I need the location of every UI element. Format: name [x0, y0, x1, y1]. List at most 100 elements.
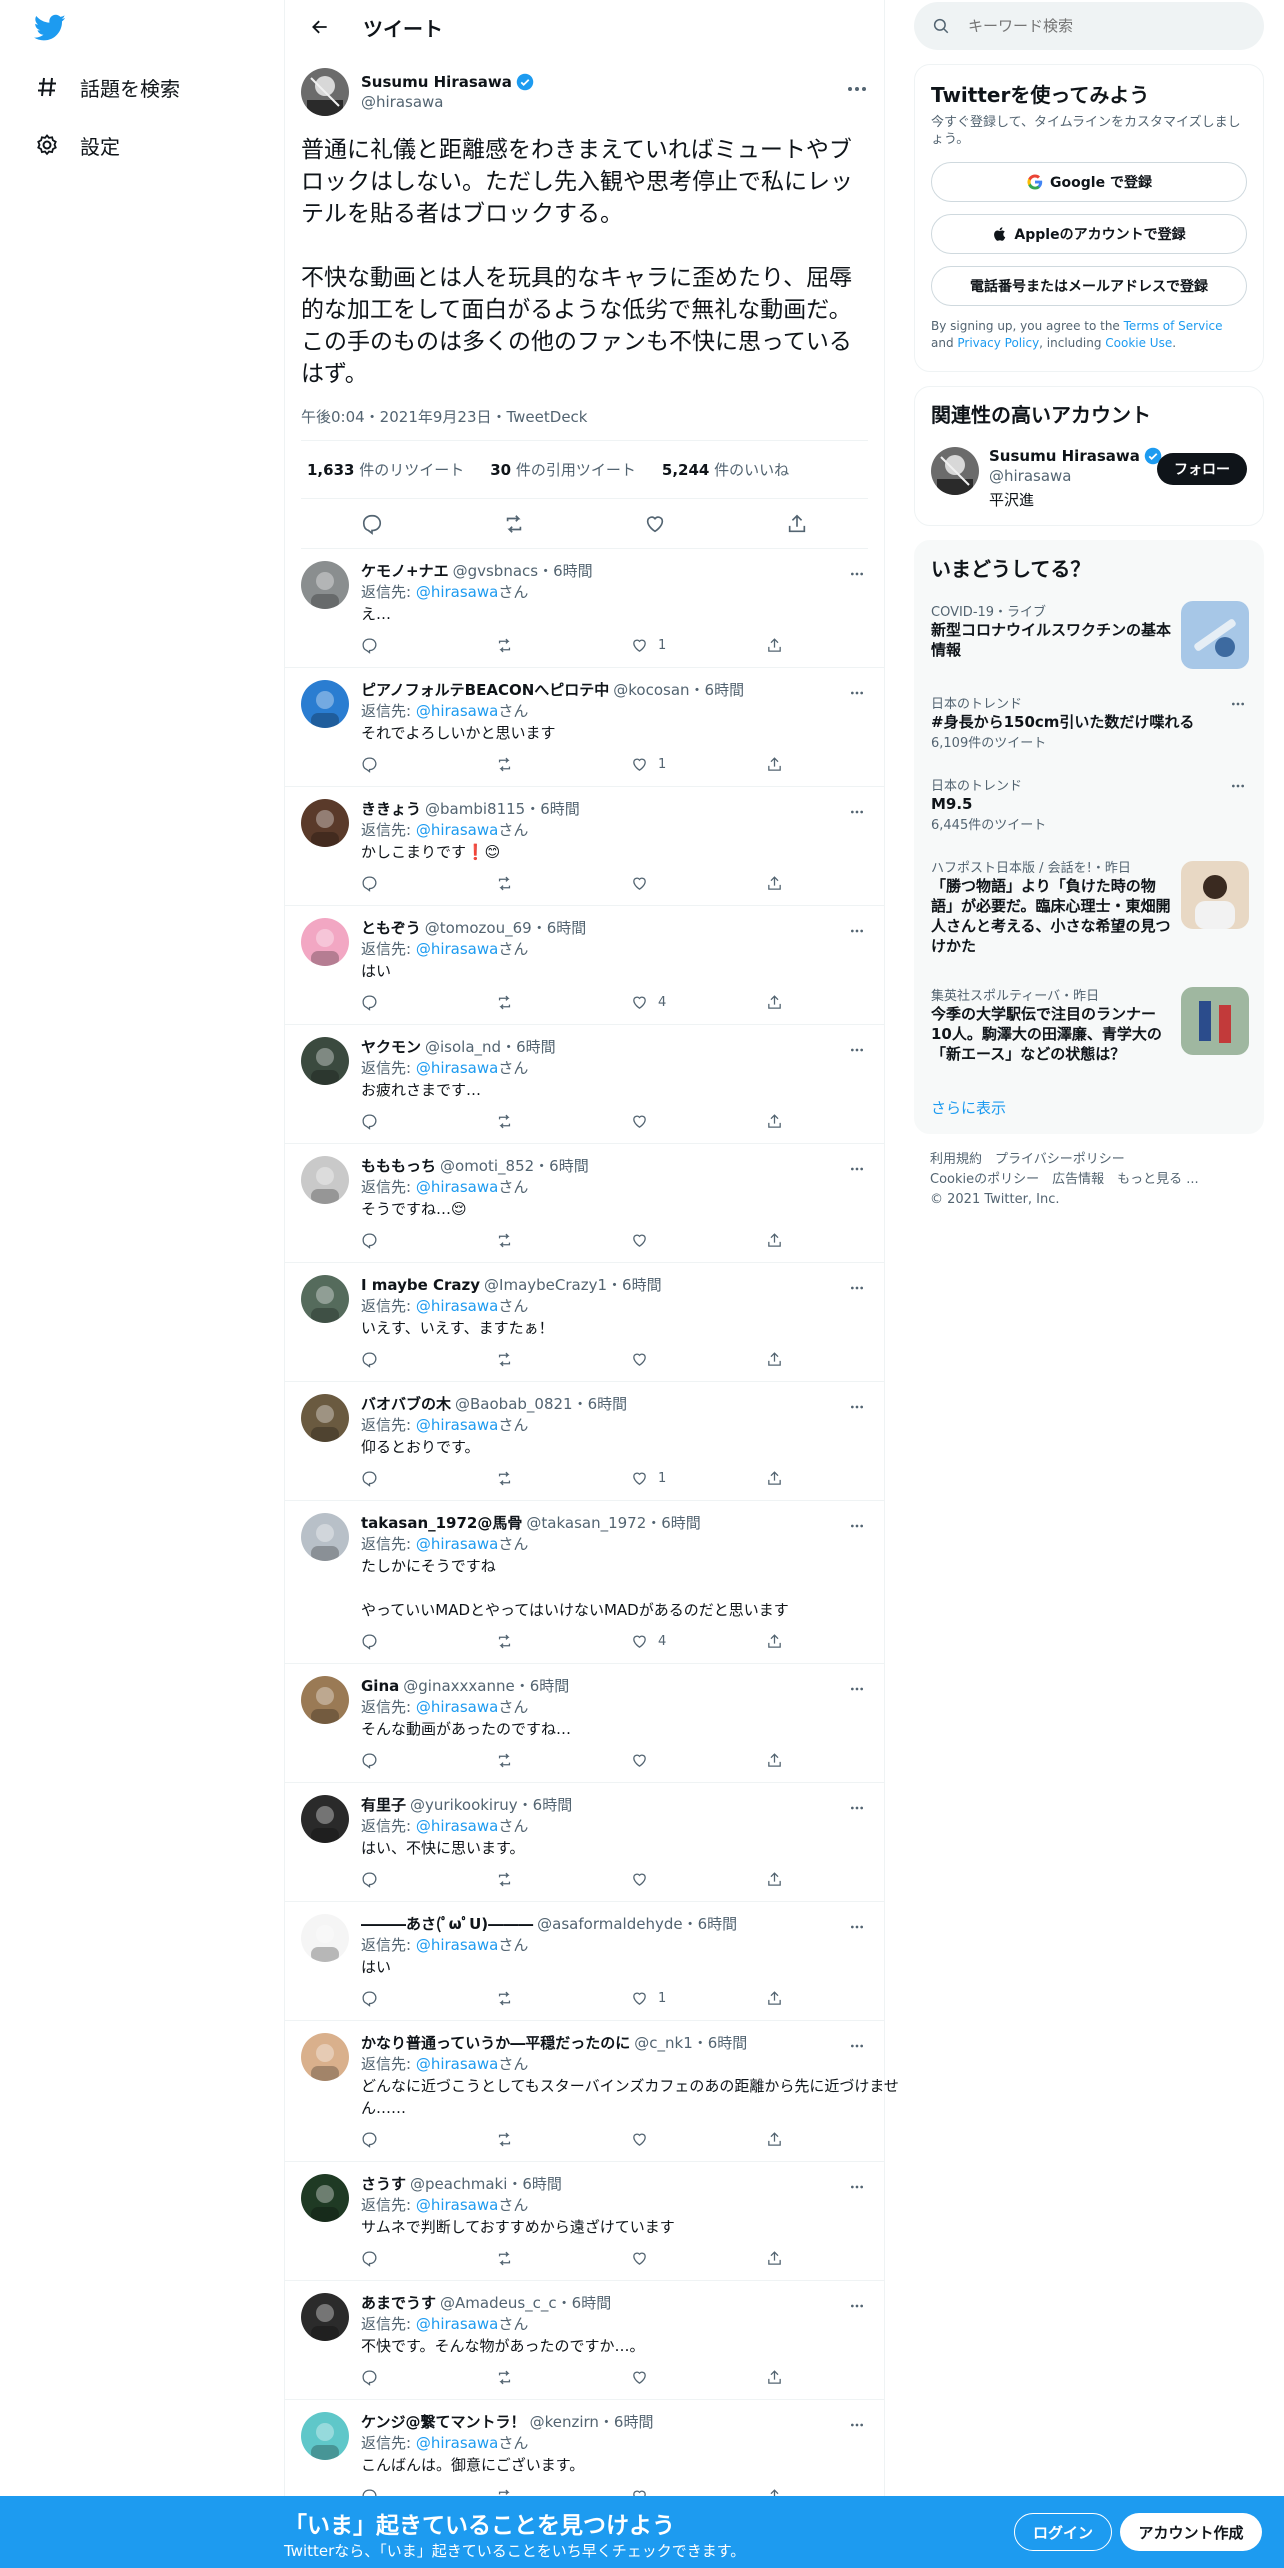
replying-to-link[interactable]: @hirasawa [416, 702, 499, 720]
share-icon[interactable] [766, 1232, 901, 1249]
reply-tweet[interactable]: さうす @peachmaki ・6時間 返信先: @hirasawaさん サムネで判断し… [285, 2162, 884, 2281]
reply-tweet[interactable]: ききょう @bambi8115 ・6時間 返信先: @hirasawaさん かしこまりで… [285, 787, 884, 906]
reply-author-handle[interactable]: @Amadeus_c_c [440, 2293, 557, 2313]
reply-author-name[interactable]: ―――あさ(ﾟωﾟU)――― [361, 1914, 533, 1934]
retweet-icon[interactable] [496, 756, 631, 773]
reply-tweet[interactable]: 有里子 @yurikookiruy ・6時間 返信先: @hirasawaさん はい、不… [285, 1783, 884, 1902]
more-options-icon[interactable] [846, 1916, 868, 1938]
avatar[interactable] [301, 1275, 349, 1323]
more-options-icon[interactable] [846, 1515, 868, 1537]
more-options-icon[interactable] [846, 78, 868, 100]
related-handle[interactable]: @hirasawa [989, 467, 1162, 485]
share-icon[interactable] [766, 1351, 901, 1368]
retweet-icon[interactable] [496, 1633, 631, 1650]
replying-to-link[interactable]: @hirasawa [416, 1936, 499, 1954]
replying-to-link[interactable]: @hirasawa [416, 583, 499, 601]
related-name[interactable]: Susumu Hirasawa [989, 447, 1140, 465]
avatar[interactable] [301, 2293, 349, 2341]
reply-icon[interactable] [361, 1990, 496, 2007]
reply-author-handle[interactable]: @gvsbnacs [453, 561, 539, 581]
reply-author-handle[interactable]: @bambi8115 [425, 799, 525, 819]
retweet-icon[interactable] [496, 1871, 631, 1888]
cookie-link[interactable]: Cookie Use [1105, 336, 1172, 350]
retweet-icon[interactable] [496, 2250, 631, 2267]
reply-time[interactable]: ・6時間 [518, 1795, 573, 1815]
share-icon[interactable] [766, 637, 901, 654]
more-options-icon[interactable] [846, 2035, 868, 2057]
reply-author-name[interactable]: ケンジ@繋てマントラ！ [361, 2412, 526, 2432]
reply-icon[interactable] [361, 2250, 496, 2267]
replying-to-link[interactable]: @hirasawa [416, 821, 499, 839]
reply-icon[interactable] [361, 875, 496, 892]
reply-author-name[interactable]: ピアノフォルテBEACONへピロテ中 [361, 680, 609, 700]
reply-tweet[interactable]: I maybe Crazy @ImaybeCrazy1 ・6時間 返信先: @hira… [285, 1263, 884, 1382]
show-more-link[interactable]: さらに表示 [931, 1097, 1006, 1118]
trend-item[interactable]: ハフポスト日本版 / 会話を!・昨日 「勝つ物語」より「負けた時の物語」が必要だ… [915, 857, 1265, 967]
replying-to-link[interactable]: @hirasawa [416, 1416, 499, 1434]
reply-author-handle[interactable]: @yurikookiruy [410, 1795, 518, 1815]
trend-item[interactable]: COVID-19・ライブ 新型コロナウイルスワクチンの基本情報 [915, 601, 1265, 671]
reply-author-name[interactable]: I maybe Crazy [361, 1275, 480, 1295]
replying-to-link[interactable]: @hirasawa [416, 2434, 499, 2452]
more-options-icon[interactable] [1227, 693, 1249, 715]
reply-author-name[interactable]: さうす [361, 2174, 406, 2194]
replying-to-link[interactable]: @hirasawa [416, 1817, 499, 1835]
like-icon[interactable]: 1 [631, 756, 766, 773]
avatar[interactable] [301, 799, 349, 847]
reply-icon[interactable] [361, 2131, 496, 2148]
reply-icon[interactable] [361, 1232, 496, 1249]
retweet-icon[interactable] [496, 1470, 631, 1487]
like-icon[interactable] [631, 1232, 766, 1249]
like-icon[interactable] [631, 2250, 766, 2267]
avatar[interactable] [301, 1914, 349, 1962]
reply-author-handle[interactable]: @kenzirn [530, 2412, 599, 2432]
search-box[interactable] [914, 2, 1264, 50]
share-icon[interactable] [766, 1871, 901, 1888]
retweet-icon[interactable] [496, 875, 631, 892]
author-name[interactable]: Susumu Hirasawa [361, 73, 512, 91]
avatar[interactable] [301, 680, 349, 728]
google-signup-button[interactable]: Google で登録 [931, 162, 1247, 202]
share-icon[interactable] [766, 2369, 901, 2386]
reply-time[interactable]: ・6時間 [534, 1156, 589, 1176]
share-icon[interactable] [766, 2131, 901, 2148]
share-icon[interactable] [766, 1113, 901, 1130]
reply-author-handle[interactable]: @c_nk1 [634, 2033, 692, 2053]
reply-time[interactable]: ・6時間 [690, 680, 745, 700]
reply-tweet[interactable]: かなり普通っていうか―平穏だったのに @c_nk1 ・6時間 返信先: @hirasa… [285, 2021, 899, 2162]
avatar[interactable] [301, 1513, 349, 1561]
share-icon[interactable] [784, 511, 810, 537]
like-icon[interactable] [631, 1871, 766, 1888]
reply-author-handle[interactable]: @Baobab_0821 [455, 1394, 573, 1414]
reply-author-name[interactable]: 有里子 [361, 1795, 406, 1815]
replying-to-link[interactable]: @hirasawa [416, 940, 499, 958]
more-options-icon[interactable] [846, 1678, 868, 1700]
reply-time[interactable]: ・6時間 [515, 1676, 570, 1696]
reply-time[interactable]: ・6時間 [599, 2412, 654, 2432]
reply-icon[interactable] [361, 2369, 496, 2386]
reply-time[interactable]: ・6時間 [693, 2033, 748, 2053]
like-icon[interactable] [631, 1113, 766, 1130]
reply-tweet[interactable]: takasan_1972@馬骨 @takasan_1972 ・6時間 返信先: @hi… [285, 1501, 884, 1664]
reply-icon[interactable] [361, 994, 496, 1011]
follow-button[interactable]: フォロー [1157, 453, 1247, 485]
replying-to-link[interactable]: @hirasawa [416, 2055, 499, 2073]
reply-tweet[interactable]: ケモノ+ナエ @gvsbnacs ・6時間 返信先: @hirasawaさん え… 1 [285, 549, 884, 668]
trend-item[interactable]: 日本のトレンド M9.5 6,445件のツイート [915, 775, 1265, 835]
more-options-icon[interactable] [846, 563, 868, 585]
retweet-icon[interactable] [496, 994, 631, 1011]
more-options-icon[interactable] [846, 2295, 868, 2317]
more-options-icon[interactable] [846, 920, 868, 942]
trend-item[interactable]: 日本のトレンド #身長から150cm引いた数だけ喋れる 6,109件のツイート [915, 693, 1265, 753]
reply-author-handle[interactable]: @ginaxxxanne [403, 1676, 514, 1696]
reply-tweet[interactable]: ともぞう @tomozou_69 ・6時間 返信先: @hirasawaさん はい 4 [285, 906, 884, 1025]
reply-icon[interactable] [359, 511, 385, 537]
avatar[interactable] [301, 2174, 349, 2222]
like-icon[interactable] [631, 2369, 766, 2386]
reply-time[interactable]: ・6時間 [507, 2174, 562, 2194]
retweet-icon[interactable] [496, 2369, 631, 2386]
like-icon[interactable]: 1 [631, 1470, 766, 1487]
reply-author-name[interactable]: あまでうす [361, 2293, 436, 2313]
related-account[interactable]: Susumu Hirasawa @hirasawa 平沢進 [931, 447, 1162, 510]
likes-stat[interactable]: 5,244 件のいいね [662, 459, 789, 480]
